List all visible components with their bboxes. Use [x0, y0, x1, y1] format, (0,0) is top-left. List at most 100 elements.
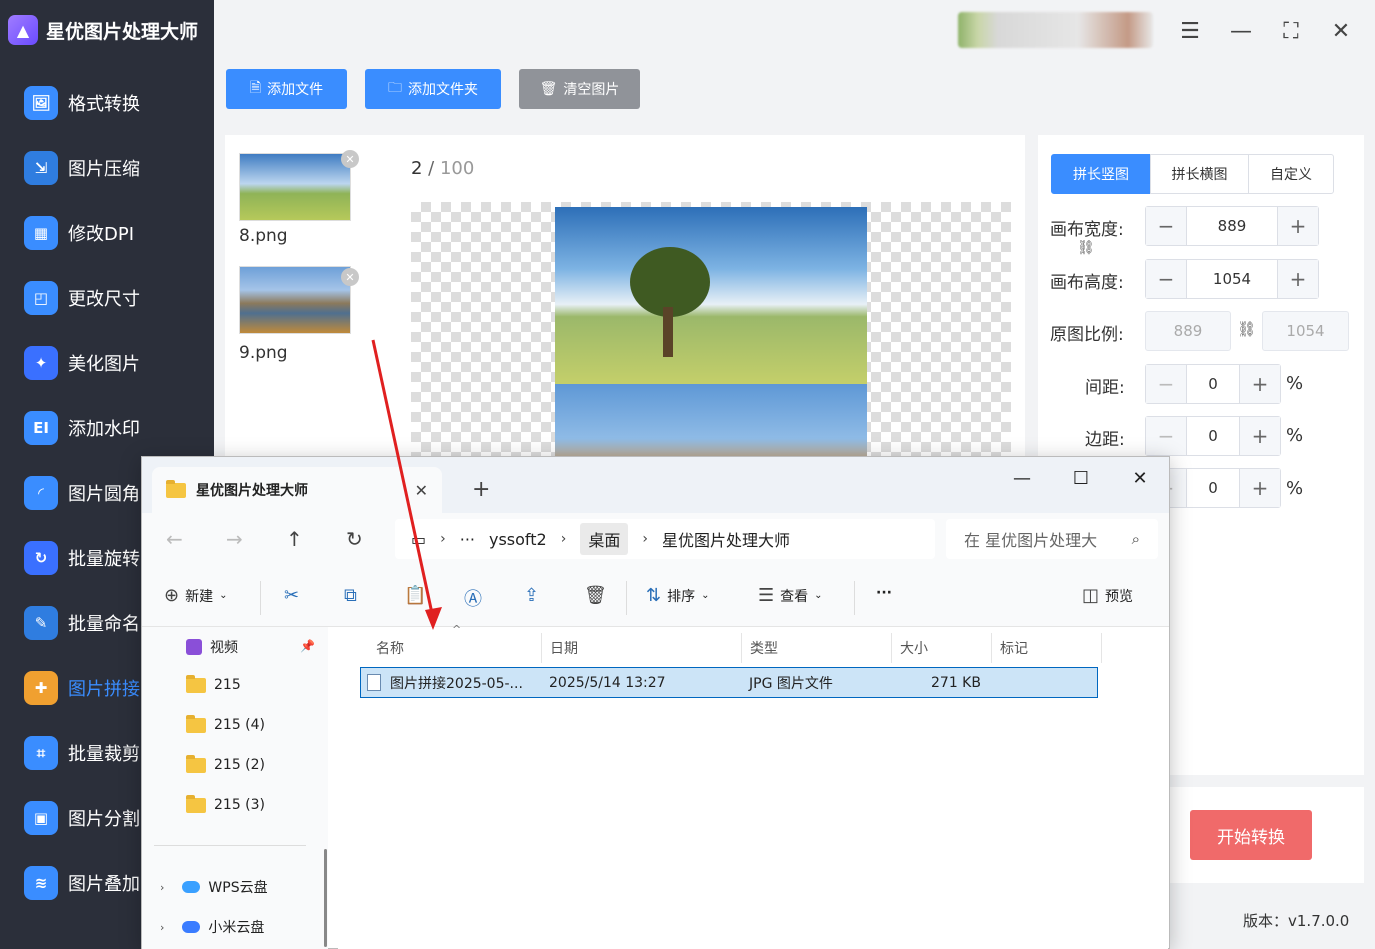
- sort-button[interactable]: ⇅ 排序 ⌄: [646, 585, 709, 606]
- paste-icon[interactable]: 📋: [404, 585, 426, 606]
- breadcrumb-desktop[interactable]: 桌面: [580, 523, 629, 555]
- canvas-width-stepper[interactable]: − 889 +: [1145, 206, 1319, 246]
- jpg-file-icon: [367, 674, 381, 691]
- clear-images-button[interactable]: 🗑 清空图片: [519, 69, 640, 109]
- canvas-width-plus[interactable]: +: [1278, 207, 1318, 245]
- canvas-width-minus[interactable]: −: [1146, 207, 1186, 245]
- pin-icon[interactable]: 📌: [300, 639, 315, 653]
- explorer-close-icon[interactable]: ✕: [1120, 463, 1160, 493]
- canvas-height-plus[interactable]: +: [1278, 260, 1318, 298]
- thumbnail-8-name: 8.png: [239, 226, 288, 246]
- column-size[interactable]: 大小: [892, 633, 992, 663]
- column-name[interactable]: 名称: [368, 633, 542, 663]
- delete-icon[interactable]: 🗑: [584, 585, 607, 606]
- tab-custom[interactable]: 自定义: [1248, 154, 1334, 194]
- copy-icon[interactable]: ⧉: [344, 585, 357, 606]
- rename-icon[interactable]: Ⓐ: [464, 585, 482, 611]
- back-icon[interactable]: ←: [166, 527, 183, 551]
- breadcrumb-current[interactable]: 星优图片处理大师: [662, 527, 790, 551]
- cmd-separator: [854, 581, 855, 615]
- margin-plus[interactable]: +: [1240, 417, 1280, 455]
- up-icon[interactable]: ↑: [286, 527, 303, 551]
- settings-sliders-icon[interactable]: ☰: [1175, 16, 1205, 46]
- thumbnail-8[interactable]: [239, 153, 351, 221]
- start-convert-button[interactable]: 开始转换: [1190, 810, 1312, 860]
- refresh-icon[interactable]: ↻: [346, 527, 363, 551]
- maximize-icon[interactable]: ⛶: [1276, 16, 1306, 46]
- tab-horizontal[interactable]: 拼长横图: [1150, 154, 1249, 194]
- canvas-width-value[interactable]: 889: [1186, 207, 1278, 245]
- margin-value[interactable]: 0: [1186, 417, 1240, 455]
- chevron-right-icon: ›: [560, 531, 567, 547]
- view-button[interactable]: ☰ 查看 ⌄: [758, 585, 823, 606]
- canvas-height-stepper[interactable]: − 1054 +: [1145, 259, 1319, 299]
- third-value[interactable]: 0: [1186, 469, 1240, 507]
- spacing-stepper[interactable]: − 0 +: [1145, 364, 1281, 404]
- tree-item-215-4[interactable]: 215 (4): [186, 714, 265, 733]
- navigation-pane: 视频 📌 215 215 (4) 215 (2) 215 (3) › WPS云盘 …: [142, 627, 328, 949]
- search-icon[interactable]: ⌕: [1132, 530, 1140, 548]
- sidebar-item-2[interactable]: ▦ 修改DPI: [0, 200, 214, 265]
- margin-minus[interactable]: −: [1146, 417, 1186, 455]
- compress-icon: ⇲: [24, 150, 58, 185]
- search-input[interactable]: 在 星优图片处理大 ⌕: [946, 519, 1158, 559]
- spacing-minus[interactable]: −: [1146, 365, 1186, 403]
- margin-stepper[interactable]: − 0 +: [1145, 416, 1281, 456]
- spacing-percent: %: [1286, 373, 1304, 394]
- address-bar[interactable]: ▭ › ··· yssoft2 › 桌面 › 星优图片处理大师: [395, 519, 935, 559]
- explorer-minimize-icon[interactable]: —: [1002, 463, 1042, 493]
- file-row[interactable]: 图片拼接2025-05-... 2025/5/14 13:27 JPG 图片文件…: [360, 667, 1098, 698]
- column-date[interactable]: 日期: [542, 633, 742, 663]
- sidebar-item-3[interactable]: ◰ 更改尺寸: [0, 265, 214, 330]
- forward-icon[interactable]: →: [226, 527, 243, 551]
- tree-item-xiaomi[interactable]: › 小米云盘: [160, 917, 264, 937]
- breadcrumb-more[interactable]: ···: [460, 530, 475, 549]
- minimize-icon[interactable]: —: [1226, 16, 1256, 46]
- sidebar-item-5[interactable]: EI 添加水印: [0, 395, 214, 460]
- add-file-button[interactable]: 🗎 添加文件: [226, 69, 347, 109]
- tree-item-wps[interactable]: › WPS云盘: [160, 877, 268, 897]
- close-icon[interactable]: ✕: [1326, 16, 1356, 46]
- sidebar-item-1[interactable]: ⇲ 图片压缩: [0, 135, 214, 200]
- preview-image-mountain: [555, 384, 867, 462]
- breadcrumb-yssoft2[interactable]: yssoft2: [489, 530, 547, 549]
- sidebar-item-label: 图片拼接: [68, 678, 140, 700]
- new-tab-icon[interactable]: +: [472, 477, 490, 502]
- canvas-height-value[interactable]: 1054: [1186, 260, 1278, 298]
- spacing-value[interactable]: 0: [1186, 365, 1240, 403]
- cut-icon[interactable]: ✂: [284, 585, 299, 606]
- tab-vertical[interactable]: 拼长竖图: [1051, 154, 1151, 194]
- sidebar-item-0[interactable]: 🖼 格式转换: [0, 70, 214, 135]
- thumbnail-9[interactable]: [239, 266, 351, 334]
- user-avatar[interactable]: [958, 12, 1153, 48]
- preview-pane-button[interactable]: ◫ 预览: [1082, 585, 1133, 606]
- app-logo-icon: ▲: [8, 15, 38, 45]
- share-icon[interactable]: ⇪: [524, 585, 539, 606]
- sidebar-item-4[interactable]: ✦ 美化图片: [0, 330, 214, 395]
- tree-item-215-3[interactable]: 215 (3): [186, 794, 265, 813]
- tree-item-215-2[interactable]: 215 (2): [186, 754, 265, 773]
- tree-item-videos[interactable]: 视频: [186, 637, 238, 657]
- tab-close-icon[interactable]: ✕: [415, 481, 428, 500]
- folder-icon: [186, 754, 206, 773]
- explorer-maximize-icon[interactable]: ☐: [1061, 463, 1101, 493]
- preview-label: 预览: [1105, 588, 1134, 605]
- spacing-plus[interactable]: +: [1240, 365, 1280, 403]
- crop-icon: ⌗: [24, 735, 58, 770]
- more-options-button[interactable]: ···: [876, 585, 892, 601]
- file-size: 271 KB: [931, 674, 981, 691]
- sidebar-item-label: 图片分割: [68, 808, 140, 830]
- third-plus[interactable]: +: [1240, 469, 1280, 507]
- link-ratio-icon[interactable]: ⛓: [1077, 240, 1095, 256]
- remove-9-icon[interactable]: ✕: [341, 268, 359, 286]
- nav-scrollbar[interactable]: [324, 849, 327, 947]
- new-button[interactable]: ⊕ 新建 ⌄: [164, 585, 227, 606]
- column-tag[interactable]: 标记: [992, 633, 1102, 663]
- tree-item-label: 视频: [210, 640, 238, 656]
- tree-item-215[interactable]: 215: [186, 674, 241, 693]
- canvas-height-minus[interactable]: −: [1146, 260, 1186, 298]
- remove-8-icon[interactable]: ✕: [341, 150, 359, 168]
- column-type[interactable]: 类型: [742, 633, 892, 663]
- explorer-tab[interactable]: 星优图片处理大师 ✕: [152, 467, 442, 513]
- add-folder-button[interactable]: 🗀 添加文件夹: [365, 69, 501, 109]
